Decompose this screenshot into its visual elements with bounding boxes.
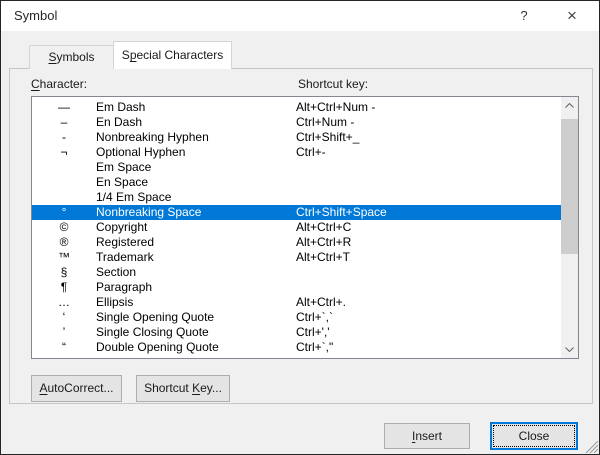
symbol-dialog: Symbol ? × Symbols Special Characters Ch… xyxy=(0,0,600,455)
list-item[interactable]: ‘ Single Opening Quote Ctrl+`,` xyxy=(32,310,561,325)
name-cell: Copyright xyxy=(96,220,296,235)
name-cell: Em Space xyxy=(96,160,296,175)
char-cell: ° xyxy=(32,205,96,220)
shortcut-cell: Ctrl+`," xyxy=(296,340,561,355)
list-item[interactable]: ¬ Optional Hyphen Ctrl+- xyxy=(32,145,561,160)
tab-symbols[interactable]: Symbols xyxy=(29,45,114,69)
name-cell: 1/4 Em Space xyxy=(96,190,296,205)
name-cell: Section xyxy=(96,265,296,280)
shortcut-cell: Ctrl+',' xyxy=(296,325,561,340)
chevron-up-icon xyxy=(565,103,574,108)
tab-special-characters[interactable]: Special Characters xyxy=(113,41,232,69)
shortcut-cell xyxy=(296,265,561,280)
autocorrect-button[interactable]: AutoCorrect... xyxy=(31,375,122,402)
shortcut-cell xyxy=(296,190,561,205)
name-cell: Ellipsis xyxy=(96,295,296,310)
name-cell: Double Opening Quote xyxy=(96,340,296,355)
shortcut-cell: Ctrl+- xyxy=(296,145,561,160)
char-cell: © xyxy=(32,220,96,235)
char-cell xyxy=(32,175,96,190)
character-column-label: Character: xyxy=(31,77,87,91)
character-list-rows: — Em Dash Alt+Ctrl+Num - – En Dash Ctrl+… xyxy=(32,97,561,358)
name-cell: Single Opening Quote xyxy=(96,310,296,325)
list-item[interactable]: ™ Trademark Alt+Ctrl+T xyxy=(32,250,561,265)
shortcut-cell: Alt+Ctrl+T xyxy=(296,250,561,265)
name-cell: Nonbreaking Hyphen xyxy=(96,130,296,145)
help-button[interactable]: ? xyxy=(503,1,545,31)
name-cell: Single Closing Quote xyxy=(96,325,296,340)
char-cell: - xyxy=(32,130,96,145)
list-item[interactable]: Em Space xyxy=(32,160,561,175)
list-item[interactable]: ¶ Paragraph xyxy=(32,280,561,295)
list-item[interactable]: En Space xyxy=(32,175,561,190)
scroll-down-button[interactable] xyxy=(561,341,578,358)
name-cell: En Space xyxy=(96,175,296,190)
shortcut-cell xyxy=(296,175,561,190)
char-cell xyxy=(32,160,96,175)
shortcut-cell: Alt+Ctrl+C xyxy=(296,220,561,235)
vertical-scrollbar[interactable] xyxy=(561,97,578,358)
name-cell: Paragraph xyxy=(96,280,296,295)
list-item[interactable]: 1/4 Em Space xyxy=(32,190,561,205)
char-cell: “ xyxy=(32,340,96,355)
char-cell: ’ xyxy=(32,325,96,340)
list-item[interactable]: … Ellipsis Alt+Ctrl+. xyxy=(32,295,561,310)
shortcut-cell: Ctrl+Shift+_ xyxy=(296,130,561,145)
name-cell: Registered xyxy=(96,235,296,250)
name-cell: Em Dash xyxy=(96,100,296,115)
chevron-down-icon xyxy=(565,347,574,352)
name-cell: En Dash xyxy=(96,115,296,130)
shortcut-cell: Ctrl+Num - xyxy=(296,115,561,130)
list-item[interactable]: ® Registered Alt+Ctrl+R xyxy=(32,235,561,250)
list-item[interactable]: - Nonbreaking Hyphen Ctrl+Shift+_ xyxy=(32,130,561,145)
name-cell: Trademark xyxy=(96,250,296,265)
shortcut-cell: Alt+Ctrl+R xyxy=(296,235,561,250)
list-item[interactable]: ’ Single Closing Quote Ctrl+',' xyxy=(32,325,561,340)
shortcut-cell: Ctrl+`,` xyxy=(296,310,561,325)
list-item[interactable]: — Em Dash Alt+Ctrl+Num - xyxy=(32,100,561,115)
scroll-up-button[interactable] xyxy=(561,97,578,114)
char-cell: – xyxy=(32,115,96,130)
list-item[interactable]: – En Dash Ctrl+Num - xyxy=(32,115,561,130)
shortcut-cell xyxy=(296,160,561,175)
shortcut-key-button[interactable]: Shortcut Key... xyxy=(136,375,230,402)
char-cell: … xyxy=(32,295,96,310)
char-cell: ™ xyxy=(32,250,96,265)
char-cell: ‘ xyxy=(32,310,96,325)
shortcut-cell: Ctrl+Shift+Space xyxy=(296,205,561,220)
list-item[interactable]: ° Nonbreaking Space Ctrl+Shift+Space xyxy=(32,205,561,220)
help-icon: ? xyxy=(520,8,527,23)
list-item[interactable]: § Section xyxy=(32,265,561,280)
name-cell: Nonbreaking Space xyxy=(96,205,296,220)
list-item[interactable]: © Copyright Alt+Ctrl+C xyxy=(32,220,561,235)
char-cell: ¶ xyxy=(32,280,96,295)
resize-grip-icon[interactable] xyxy=(584,439,598,453)
tab-special-characters-label: S xyxy=(122,48,130,62)
dialog-title: Symbol xyxy=(14,1,57,31)
char-cell: ¬ xyxy=(32,145,96,160)
scrollbar-thumb[interactable] xyxy=(561,119,578,254)
title-bar[interactable]: Symbol ? × xyxy=(1,1,599,31)
shortcut-cell xyxy=(296,280,561,295)
shortcut-column-label: Shortcut key: xyxy=(298,77,368,91)
char-cell: — xyxy=(32,100,96,115)
name-cell: Optional Hyphen xyxy=(96,145,296,160)
shortcut-cell: Alt+Ctrl+. xyxy=(296,295,561,310)
insert-button[interactable]: Insert xyxy=(384,423,470,449)
char-cell: ® xyxy=(32,235,96,250)
char-cell xyxy=(32,190,96,205)
close-button[interactable]: Close xyxy=(490,422,578,450)
special-characters-list[interactable]: — Em Dash Alt+Ctrl+Num - – En Dash Ctrl+… xyxy=(31,96,579,359)
char-cell: § xyxy=(32,265,96,280)
list-item[interactable]: “ Double Opening Quote Ctrl+`," xyxy=(32,340,561,355)
close-window-button[interactable]: × xyxy=(551,1,593,31)
close-icon: × xyxy=(567,6,577,25)
shortcut-cell: Alt+Ctrl+Num - xyxy=(296,100,561,115)
